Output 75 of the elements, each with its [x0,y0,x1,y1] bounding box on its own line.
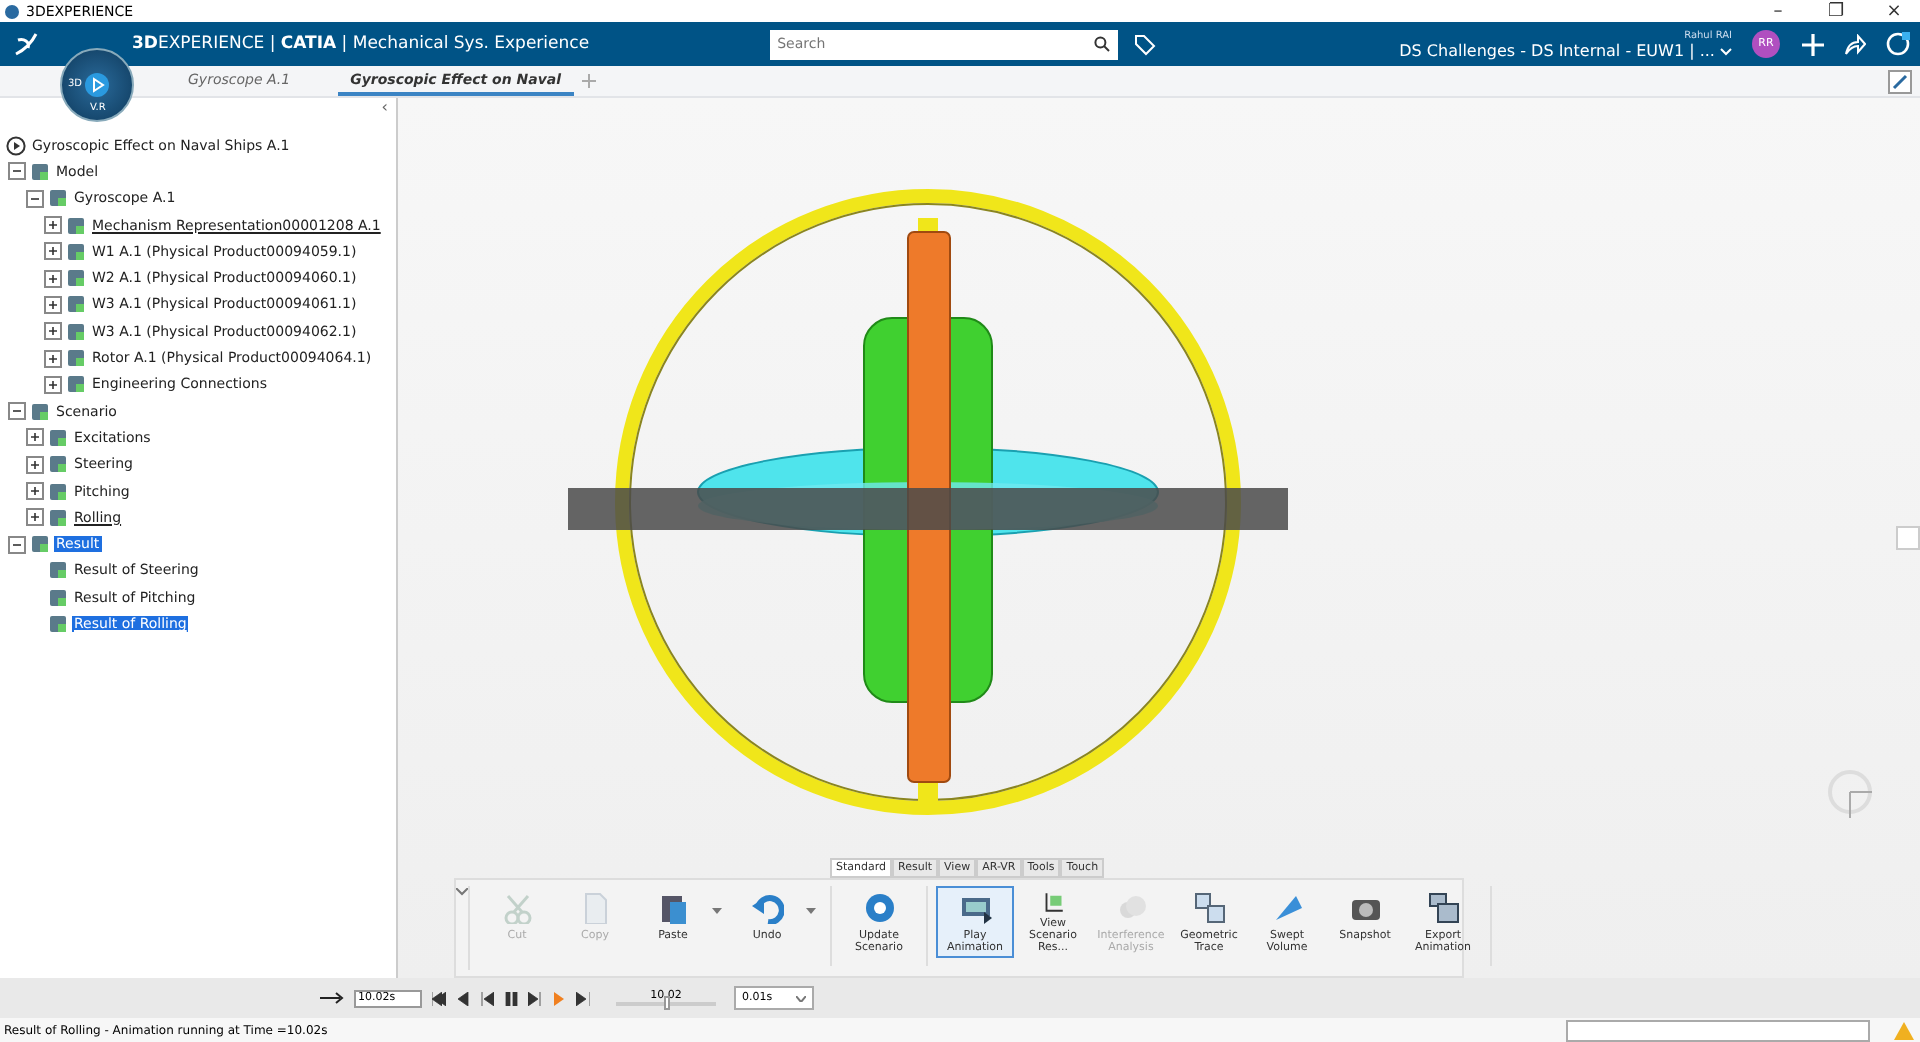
scissors-icon [503,894,531,924]
playback-control-icon[interactable] [504,991,518,1005]
undo-icon [751,895,783,924]
tree-node-icon [48,560,68,581]
playback-control-icon[interactable] [456,991,470,1005]
collapse-panel-button[interactable]: ‹ [381,98,388,116]
tree-node-icon [48,613,68,634]
tag-icon[interactable] [1133,33,1156,55]
expand-toggle-icon[interactable] [44,269,62,288]
window-control[interactable]: ❐ [1810,1,1862,21]
tree-node-icon [30,534,50,555]
tree-node-icon [66,294,86,315]
collapse-toggle-icon[interactable] [8,535,26,554]
add-icon[interactable] [1802,33,1824,55]
expand-toggle-icon[interactable] [44,242,62,261]
tree-node-icon [48,188,68,209]
app-brand: 3DEXPERIENCE | CATIA | Mechanical Sys. Experience [132,34,590,54]
tree-node-icon [66,215,86,236]
playback-control-icon[interactable] [432,991,446,1005]
caret-icon[interactable] [456,888,468,896]
expand-toggle-icon[interactable] [44,216,62,235]
tenant-selector[interactable]: DS Challenges - DS Internal - EUW1 | ... [1399,41,1732,59]
logo-icon [12,30,40,58]
tree-node-icon [48,587,68,608]
caret-icon[interactable] [712,908,722,914]
help-icon[interactable] [1886,32,1910,56]
page-icon [584,893,606,924]
squares-icon [1194,893,1224,923]
tree-node-icon [66,268,86,289]
tree-node-icon [66,374,86,395]
tree-node-icon [66,241,86,262]
caret-icon[interactable] [806,908,816,914]
arrow-icon [320,992,344,1004]
cloud-icon [1119,896,1145,918]
playback-control-icon[interactable] [576,991,590,1005]
expand-toggle-icon[interactable] [26,482,44,500]
tree-node-icon [48,454,68,475]
collapse-icon[interactable] [1888,70,1912,94]
tree-node-icon [48,427,68,448]
camera-icon [1351,900,1379,920]
window-control[interactable]: × [1868,1,1920,21]
stack-icon [1428,893,1458,923]
tree-node-icon [30,401,50,422]
search-icon[interactable] [1093,36,1110,52]
expand-toggle-icon[interactable] [44,349,62,368]
collapse-toggle-icon[interactable] [26,189,44,208]
playback-control-icon[interactable] [528,991,542,1005]
app-icon [4,3,20,19]
time-slider[interactable] [663,996,669,1010]
expand-toggle-icon[interactable] [26,455,44,474]
caret-icon [1720,47,1732,55]
expand-toggle-icon[interactable] [26,508,44,527]
expand-toggle-icon[interactable] [44,375,62,394]
chart-icon [1044,892,1063,912]
clipboard-icon [661,896,685,924]
tree-node-icon [30,161,50,182]
tree-node-icon [66,321,86,342]
tree-node-icon [48,481,68,501]
caret-icon [796,995,806,1001]
play-icon [84,72,110,98]
play-icon [6,135,26,156]
playback-control-icon[interactable] [480,991,494,1005]
command-field[interactable] [1566,1020,1870,1042]
collapse-toggle-icon[interactable] [8,402,26,421]
expand-toggle-icon[interactable] [44,295,62,314]
film-icon [961,898,991,924]
gear-icon [865,894,893,922]
window-control[interactable]: – [1752,1,1804,21]
share-icon[interactable] [1844,33,1866,55]
tree-node-icon [48,507,68,528]
collapse-toggle-icon[interactable] [8,162,26,181]
tree-node-icon [66,348,86,369]
cone-icon [1275,896,1301,920]
expand-toggle-icon[interactable] [44,322,62,341]
expand-toggle-icon[interactable] [26,428,44,447]
